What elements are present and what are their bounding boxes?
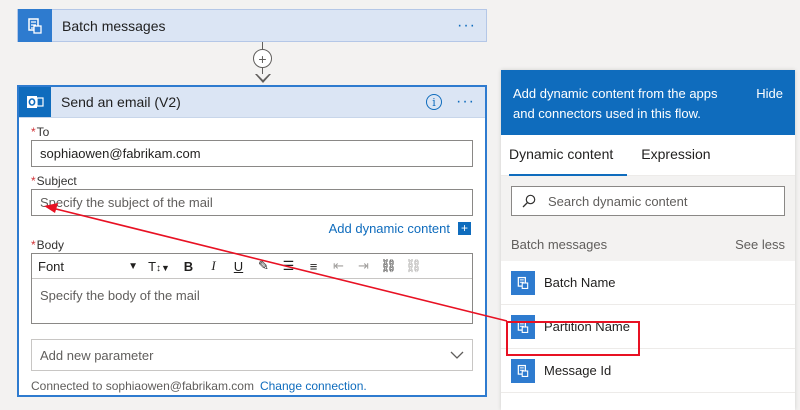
chevron-down-icon (450, 351, 464, 359)
batch-icon (18, 9, 52, 42)
body-placeholder: Specify the body of the mail (40, 288, 200, 303)
info-icon[interactable]: i (426, 94, 443, 110)
unlink-icon[interactable]: ⛓ (401, 258, 426, 274)
bold-icon[interactable]: B (176, 259, 201, 274)
link-icon[interactable]: ⛓ (376, 258, 401, 274)
subject-label: *Subject (31, 174, 77, 188)
underline-icon[interactable]: U (226, 259, 251, 274)
highlight-box (506, 321, 640, 356)
group-header: Batch messages See less (501, 227, 795, 261)
add-dynamic-content-link[interactable]: Add dynamic content + (31, 221, 473, 236)
to-label: *To (31, 125, 50, 139)
insert-step-icon[interactable]: + (253, 49, 272, 68)
group-name: Batch messages (511, 236, 608, 252)
to-field[interactable]: sophiaowen@fabrikam.com (31, 140, 473, 167)
arrow-down-inner (257, 74, 269, 80)
tab-dynamic-content[interactable]: Dynamic content (509, 135, 628, 176)
dynamic-content-panel: Add dynamic content from the apps and co… (501, 70, 795, 410)
subject-field[interactable]: Specify the subject of the mail (31, 189, 473, 216)
change-connection-link[interactable]: Change connection. (260, 379, 367, 393)
increase-indent-icon[interactable]: ⇥ (351, 258, 376, 274)
batch-icon (511, 270, 535, 295)
body-label: *Body (31, 238, 65, 252)
hide-button[interactable]: Hide (756, 84, 783, 121)
batch-icon (511, 358, 535, 383)
batch-messages-card[interactable]: Batch messages ··· (17, 9, 487, 42)
numbered-list-icon[interactable]: ≡ (301, 259, 326, 274)
search-input[interactable]: Search dynamic content (511, 186, 785, 216)
color-picker-icon[interactable]: ✎ (251, 258, 276, 274)
body-editor[interactable]: Font ▼ T↕▼ B I U ✎ ☰ ≡ ⇤ ⇥ ⛓ ⛓ Specify th… (31, 253, 473, 324)
outlook-icon (19, 87, 51, 117)
panel-tabs: Dynamic content Expression (501, 135, 795, 176)
connection-footer: Connected to sophiaowen@fabrikam.com Chan… (31, 379, 367, 393)
font-size-icon[interactable]: T↕▼ (142, 259, 176, 274)
see-less-link[interactable]: See less (735, 237, 785, 252)
add-new-parameter-select[interactable]: Add new parameter (31, 339, 473, 371)
list-item[interactable]: Batch Name (501, 261, 795, 305)
panel-header: Add dynamic content from the apps and co… (501, 70, 795, 135)
chevron-down-icon: ▼ (128, 260, 138, 272)
editor-toolbar: Font ▼ T↕▼ B I U ✎ ☰ ≡ ⇤ ⇥ ⛓ ⛓ (32, 254, 472, 279)
tab-expression[interactable]: Expression (641, 135, 724, 175)
send-email-title: Send an email (V2) (61, 94, 181, 110)
decrease-indent-icon[interactable]: ⇤ (326, 258, 351, 274)
search-icon (522, 194, 536, 208)
italic-icon[interactable]: I (201, 258, 226, 274)
add-dynamic-plus-icon: + (458, 221, 471, 235)
more-options-icon[interactable]: ··· (456, 93, 485, 111)
send-email-header[interactable]: Send an email (V2) i ··· (19, 87, 485, 118)
send-email-card: Send an email (V2) i ··· *To sophiaowen@… (17, 85, 487, 397)
more-options-icon[interactable]: ··· (457, 17, 486, 35)
batch-messages-title: Batch messages (62, 17, 166, 34)
font-select[interactable]: Font ▼ (38, 259, 142, 274)
bullet-list-icon[interactable]: ☰ (276, 258, 301, 274)
